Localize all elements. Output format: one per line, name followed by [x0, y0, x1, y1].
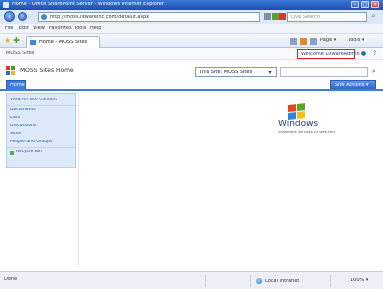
ql-sites[interactable]: Sites: [10, 132, 21, 137]
site-header: MOSS Sites Home This Site: MOSS Sites ▾ …: [0, 60, 383, 90]
ql-divider: [7, 105, 75, 106]
stop-icon[interactable]: [279, 13, 286, 20]
menu-edit[interactable]: Edit: [19, 26, 29, 31]
add-favorites-icon[interactable]: ✚: [13, 36, 20, 45]
menu-view[interactable]: View: [33, 26, 45, 31]
sharepoint-global-bar: MOSS Sites Welcome LitwareAdmin ▾ ● ?: [0, 48, 383, 60]
quick-launch: View All Site Content Documents Lists Di…: [6, 93, 76, 168]
my-site-icon[interactable]: ●: [360, 50, 367, 57]
print-icon[interactable]: [310, 38, 317, 45]
status-divider: [330, 275, 331, 287]
search-icon[interactable]: ⌕: [368, 12, 379, 22]
feeds-icon[interactable]: [300, 38, 307, 45]
window-title-bar: Home - Office SharePoint Server - Window…: [0, 0, 383, 10]
recycle-bin-label: Recycle Bin: [16, 150, 42, 154]
url-field[interactable]: http://moss.litwareinc.com/default.aspx: [38, 12, 260, 22]
zone-label: Local intranet: [265, 279, 300, 284]
page-icon: [41, 14, 47, 20]
menu-bar: File Edit View Favorites Tools Help: [0, 24, 383, 34]
security-zone[interactable]: Local intranet: [256, 278, 326, 286]
refresh-icon[interactable]: [272, 13, 279, 20]
search-input[interactable]: Live Search: [287, 12, 367, 22]
nav-divider: [0, 89, 383, 91]
help-icon[interactable]: ?: [371, 50, 378, 57]
search-scope-select[interactable]: This Site: MOSS Sites ▾: [195, 67, 277, 77]
recycle-bin-icon: [10, 151, 14, 155]
ql-discussions[interactable]: Discussions: [10, 124, 36, 129]
back-button[interactable]: ‹: [4, 11, 15, 22]
windows-logo: Windows SharePoint Services v3 Web Part: [276, 103, 352, 138]
globe-icon: [256, 278, 262, 284]
windows-wordmark: Windows: [278, 120, 319, 129]
chevron-down-icon: ▾: [268, 69, 272, 76]
status-text: Done: [4, 277, 18, 282]
site-search-icon[interactable]: ⌕: [369, 67, 379, 77]
ql-people-groups[interactable]: People and Groups: [10, 140, 52, 145]
forward-button[interactable]: ›: [18, 12, 27, 21]
maximize-button[interactable]: □: [361, 1, 369, 8]
site-logo-icon: [6, 66, 16, 75]
url-text: http://moss.litwareinc.com/default.aspx: [50, 15, 150, 20]
tab-bar: ★ ✚ Home - MOSS Sites Page ▾ Tools ▾: [0, 34, 383, 48]
tab-home[interactable]: Home - MOSS Sites: [26, 36, 100, 48]
zoom-level[interactable]: 100% ▾: [350, 278, 368, 283]
site-title[interactable]: MOSS Sites Home: [20, 68, 74, 74]
welcome-text: Welcome LitwareAdmin ▾: [301, 52, 364, 57]
ql-view-all[interactable]: View All Site Content: [10, 98, 57, 103]
menu-favorites[interactable]: Favorites: [49, 26, 72, 31]
menu-help[interactable]: Help: [90, 26, 101, 31]
home-tab-label: Home: [10, 83, 25, 88]
status-bar: Done Local intranet 100% ▾: [0, 271, 383, 289]
ql-recycle-bin[interactable]: Recycle Bin: [7, 150, 75, 157]
ql-divider: [7, 147, 75, 148]
tools-menu[interactable]: Tools ▾: [348, 38, 364, 43]
search-scope-value: This Site: MOSS Sites: [199, 70, 253, 75]
window-title: Home - Office SharePoint Server - Window…: [12, 2, 164, 7]
close-button[interactable]: ×: [371, 1, 379, 8]
windows-tagline: SharePoint Services v3 Web Part: [278, 131, 335, 134]
home-icon[interactable]: [290, 38, 297, 45]
site-search-input[interactable]: [280, 67, 368, 77]
ql-lists[interactable]: Lists: [10, 116, 20, 121]
menu-tools[interactable]: Tools: [74, 26, 86, 31]
minimize-button[interactable]: –: [351, 1, 359, 8]
search-placeholder: Live Search: [291, 15, 320, 20]
status-divider: [250, 275, 251, 287]
windows-flag-icon: [288, 103, 306, 121]
ql-documents[interactable]: Documents: [10, 108, 36, 113]
menu-file[interactable]: File: [5, 26, 13, 31]
welcome-menu[interactable]: Welcome LitwareAdmin ▾: [297, 49, 364, 59]
site-actions-label: Site Actions ▾: [335, 83, 369, 88]
page-menu[interactable]: Page ▾: [320, 38, 336, 43]
address-bar: ‹ › http://moss.litwareinc.com/default.a…: [0, 10, 383, 24]
status-divider: [205, 275, 206, 287]
ie-app-icon: [3, 2, 9, 8]
tab-favicon-icon: [30, 40, 36, 45]
site-breadcrumb[interactable]: MOSS Sites: [6, 51, 34, 56]
favorites-star-icon[interactable]: ★: [4, 36, 11, 45]
tab-title: Home - MOSS Sites: [39, 40, 88, 45]
dropdown-icon[interactable]: [264, 13, 271, 20]
